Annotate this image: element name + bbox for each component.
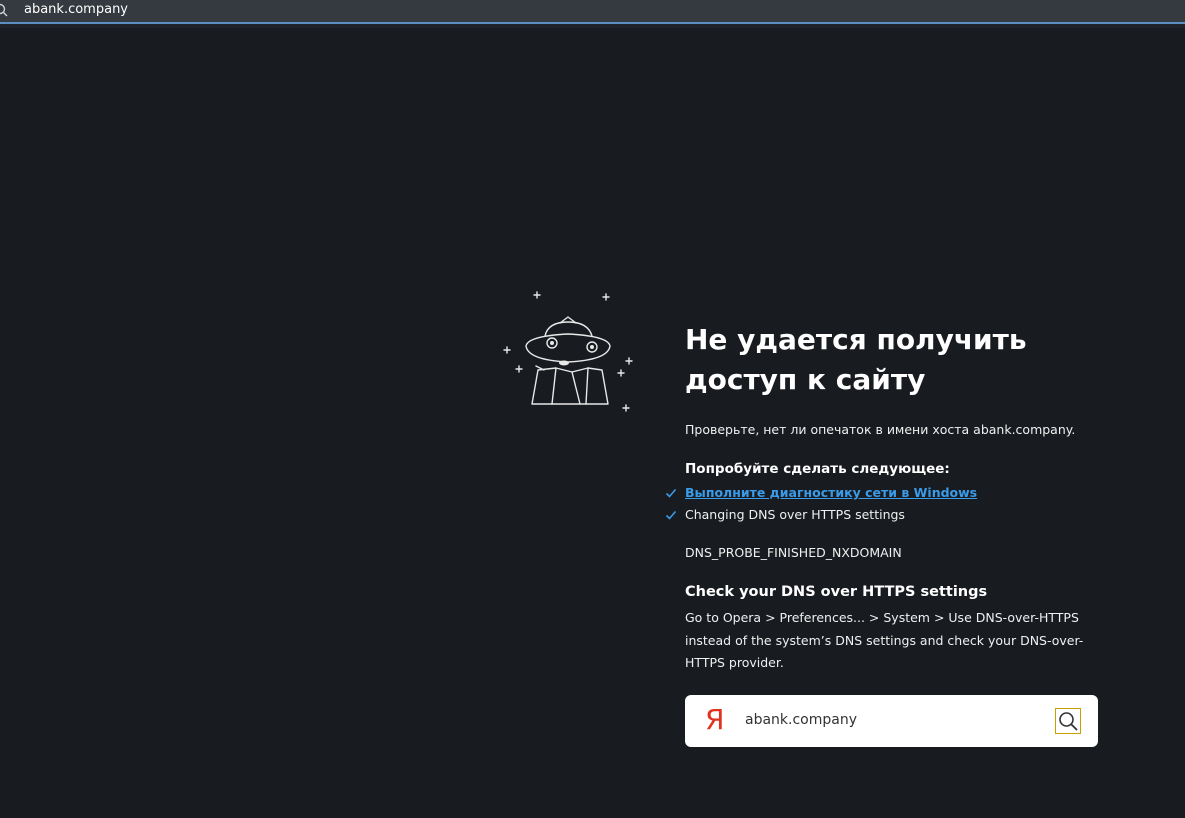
check-icon <box>665 488 677 498</box>
check-icon <box>665 510 677 520</box>
dns-settings-suggestion: Changing DNS over HTTPS settings <box>685 507 905 522</box>
address-input[interactable]: abank.company <box>24 2 128 17</box>
address-bar[interactable]: abank.company <box>0 0 1185 24</box>
suggestion-item: Changing DNS over HTTPS settings <box>665 507 905 522</box>
suggestions-heading: Попробуйте сделать следующее: <box>685 461 950 477</box>
search-icon <box>0 3 8 17</box>
error-title: Не удается получить доступ к сайту <box>685 320 1105 400</box>
search-button[interactable] <box>1055 708 1081 734</box>
error-content: Не удается получить доступ к сайту Прове… <box>665 320 1105 670</box>
yandex-logo: Я <box>705 703 725 736</box>
dns-instructions: Go to Opera > Preferences... > System > … <box>685 610 1084 670</box>
error-hint: Проверьте, нет ли опечаток в имени хоста… <box>685 422 1076 437</box>
suggestion-item: Выполните диагностику сети в Windows <box>665 485 977 500</box>
search-input[interactable]: abank.company <box>745 712 857 728</box>
yandex-search-box[interactable]: Я abank.company <box>685 695 1098 747</box>
error-title-line2: доступ к сайту <box>685 363 926 396</box>
dns-heading: Check your DNS over HTTPS settings <box>685 584 988 600</box>
ufo-icon <box>503 291 633 412</box>
network-diagnostics-link[interactable]: Выполните диагностику сети в Windows <box>685 485 977 500</box>
error-title-line1: Не удается получить <box>685 323 1027 356</box>
toolbar-separator <box>0 24 1185 28</box>
magnifier-icon <box>1059 712 1078 731</box>
error-code: DNS_PROBE_FINISHED_NXDOMAIN <box>685 545 902 560</box>
